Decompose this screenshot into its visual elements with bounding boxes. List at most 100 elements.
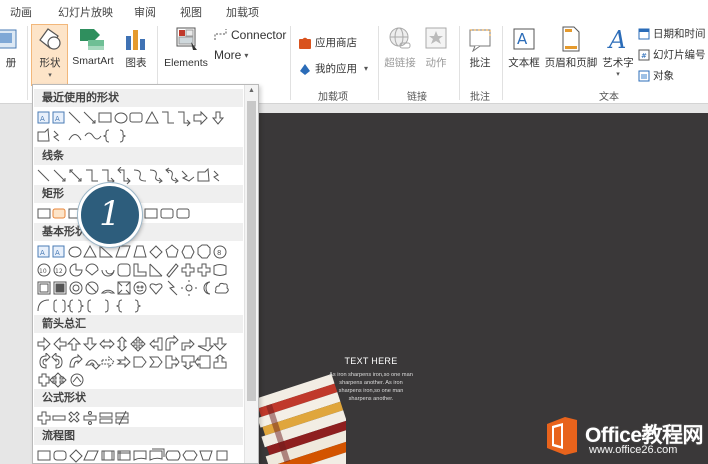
elements-button[interactable]: Elements [160, 26, 212, 69]
arrow-shapes-row-3[interactable] [37, 371, 242, 389]
slide-number-button[interactable]: # 幻灯片编号 [638, 47, 706, 62]
datetime-label: 日期和时间 [653, 28, 706, 40]
tab-animations[interactable]: 动画 [10, 4, 32, 20]
globe-link-icon [389, 27, 411, 49]
elements-icon [176, 27, 197, 50]
chevron-down-icon: ▾ [364, 64, 369, 73]
album-icon [0, 29, 17, 49]
equation-shapes-row[interactable] [37, 409, 242, 427]
comment-button[interactable]: 批注 [462, 26, 498, 70]
watermark-url: www.office26.com [589, 444, 678, 456]
comment-icon [469, 29, 491, 52]
comment-label: 批注 [469, 57, 491, 69]
header-footer-icon [562, 26, 580, 52]
scroll-up-icon[interactable]: ▲ [248, 87, 255, 94]
basic-shapes-row-4[interactable] [37, 297, 242, 315]
svg-text:A: A [55, 249, 60, 257]
gallery-scrollbar[interactable]: ▲ [244, 85, 258, 463]
chart-button[interactable]: 图表 [120, 26, 152, 70]
action-button[interactable]: 动作 [420, 26, 452, 70]
category-block-arrows: 箭头总汇 [34, 315, 243, 333]
svg-text:12: 12 [55, 268, 63, 275]
divider [459, 26, 460, 100]
svg-text:A: A [40, 249, 45, 257]
comments-group-label: 批注 [470, 92, 490, 103]
slide-body-text[interactable]: As iron sharpens iron,so one man sharpen… [320, 371, 422, 403]
smartart-button[interactable]: SmartArt [69, 26, 117, 67]
divider [502, 26, 503, 100]
textbox-label: 文本框 [508, 57, 540, 69]
chevron-down-icon: ▾ [48, 72, 52, 79]
basic-shapes-row-1[interactable]: A A 8 [37, 243, 242, 261]
connector-label: Connector [231, 28, 287, 42]
divider [290, 26, 291, 100]
more-button[interactable]: More ▾ [214, 48, 248, 62]
divider [27, 26, 28, 100]
connector-icon [214, 29, 227, 40]
my-apps-button[interactable]: 我的应用 ▾ [298, 61, 368, 76]
slide-number-icon: # [638, 49, 650, 60]
hyperlink-label: 超链接 [384, 57, 416, 69]
wordart-label: 艺术字 [602, 57, 634, 69]
shapes-icon [39, 28, 61, 50]
wordart-button[interactable]: A 艺术字 ▾ [600, 26, 636, 78]
object-button[interactable]: 对象 [638, 68, 674, 83]
my-apps-label: 我的应用 [315, 63, 357, 75]
svg-text:A: A [55, 115, 60, 123]
smartart-label: SmartArt [72, 55, 114, 67]
text-group-label: 文本 [599, 92, 619, 103]
hyperlink-button[interactable]: 超链接 [381, 26, 419, 70]
slide-number-label: 幻灯片编号 [653, 49, 706, 61]
textbox-icon: A [513, 28, 535, 50]
tab-view[interactable]: 视图 [180, 4, 202, 20]
tab-slideshow[interactable]: 幻灯片放映 [58, 4, 113, 20]
arrow-shapes-row-2[interactable] [37, 353, 242, 371]
flowchart-shapes-row[interactable] [37, 447, 242, 464]
shapes-button[interactable]: 形状 ▾ [32, 26, 68, 79]
shapes-label: 形状 [39, 57, 61, 69]
category-equation-shapes: 公式形状 [34, 389, 243, 407]
calendar-icon [638, 28, 650, 39]
scroll-thumb[interactable] [247, 101, 256, 401]
datetime-button[interactable]: 日期和时间 [638, 26, 706, 41]
action-label: 动作 [425, 57, 447, 69]
arrow-shapes-row-1[interactable] [37, 335, 242, 353]
header-footer-button[interactable]: 页眉和页脚 [543, 26, 599, 70]
slide-body-line: sharpens iron,so one man [338, 388, 404, 394]
slide-body-line: As iron sharpens iron,so one man [329, 372, 413, 378]
ribbon-tab-bar: 动画 幻灯片放映 审阅 视图 加载项 [0, 0, 708, 22]
textbox-button[interactable]: A 文本框 [505, 26, 543, 70]
my-apps-icon [300, 63, 310, 75]
recent-shapes-row-2[interactable] [37, 127, 242, 145]
recent-shapes-row-1[interactable]: A A [37, 109, 242, 127]
slide-body-line: sharpens another. As iron [339, 380, 403, 386]
links-group-label: 链接 [407, 92, 427, 103]
tab-review[interactable]: 审阅 [134, 4, 156, 20]
wordart-icon: A [607, 26, 626, 52]
lines-shapes-row[interactable] [37, 167, 242, 185]
svg-text:8: 8 [217, 249, 221, 257]
store-button[interactable]: 应用商店 [298, 35, 357, 50]
chevron-down-icon: ▾ [244, 50, 249, 60]
svg-text:10: 10 [39, 268, 47, 275]
basic-shapes-row-3[interactable] [37, 279, 242, 297]
svg-text:A: A [607, 26, 626, 52]
star-action-icon [425, 27, 447, 49]
svg-text:A: A [40, 115, 45, 123]
slide-body-line: sharpens another. [348, 396, 394, 402]
chevron-down-icon: ▾ [616, 71, 620, 78]
addins-group-label: 加载项 [318, 92, 348, 103]
step-number-badge: 1 [78, 183, 142, 247]
slide-heading[interactable]: TEXT HERE [325, 356, 417, 366]
shapes-gallery-dropdown[interactable]: ▲ 最近使用的形状 A A 线条 矩形 基本形状 A A 8 10 12 箭头总… [32, 84, 259, 464]
category-recent-shapes: 最近使用的形状 [34, 89, 243, 107]
basic-shapes-row-2[interactable]: 10 12 [37, 261, 242, 279]
chart-label: 图表 [125, 57, 147, 69]
object-label: 对象 [653, 70, 674, 82]
photo-album-button[interactable]: 册 [0, 26, 22, 70]
bar-chart-icon [126, 30, 145, 50]
divider [378, 26, 379, 100]
svg-text:#: # [641, 52, 647, 60]
connector-button[interactable]: Connector [214, 28, 286, 42]
tab-addins[interactable]: 加载项 [226, 4, 259, 20]
